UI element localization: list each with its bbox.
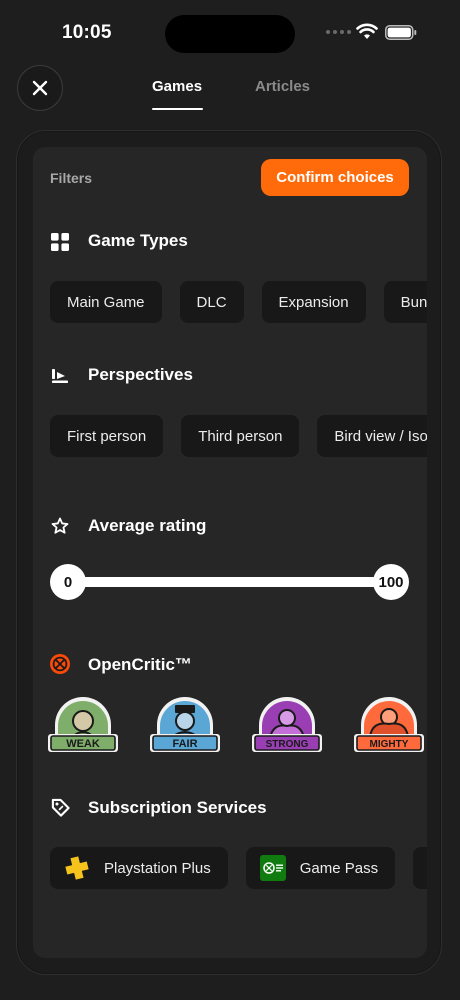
tab-articles[interactable]: Articles <box>255 78 310 95</box>
chip-bundle[interactable]: Bund <box>383 281 427 323</box>
active-tab-indicator <box>152 108 203 110</box>
fair-badge[interactable]: FAIR <box>148 693 222 757</box>
mighty-badge[interactable]: MIGHTY <box>352 693 426 757</box>
chip-expansion[interactable]: Expansion <box>261 281 366 323</box>
tab-games[interactable]: Games <box>152 78 202 95</box>
ps-plus-icon <box>64 855 90 881</box>
chip-first-person[interactable]: First person <box>50 415 164 457</box>
strong-badge[interactable]: STRONG <box>250 693 324 757</box>
close-icon <box>32 80 48 96</box>
star-icon <box>50 516 70 536</box>
chip-third-person[interactable]: Third person <box>181 415 300 457</box>
tag-icon <box>50 797 70 817</box>
grid-icon <box>50 232 70 252</box>
subscription-chips: Playstation Plus Game Pass <box>50 847 427 889</box>
weak-badge[interactable]: WEAK <box>46 693 120 757</box>
rating-slider-track[interactable] <box>68 577 390 587</box>
opencritic-badges: WEAK FAIR STRONG MIGHTY <box>46 693 426 757</box>
battery-icon <box>385 25 417 40</box>
dynamic-island <box>165 15 295 53</box>
filters-label: Filters <box>50 170 93 186</box>
status-bar: 10:05 <box>0 0 460 66</box>
perspectives-chips: First person Third person Bird view / Is… <box>50 415 427 457</box>
chip-more-subscriptions[interactable] <box>413 847 427 889</box>
filter-sheet: Filters Confirm choices Game Types Main … <box>33 147 427 958</box>
average-rating-title: Average rating <box>88 516 207 535</box>
weak-badge-label: WEAK <box>66 738 100 750</box>
chip-main-game[interactable]: Main Game <box>50 281 162 323</box>
status-time: 10:05 <box>62 22 112 43</box>
rating-slider-max-handle[interactable]: 100 <box>373 564 409 600</box>
strong-badge-label: STRONG <box>266 739 309 750</box>
fair-badge-label: FAIR <box>172 738 197 750</box>
chip-game-pass[interactable]: Game Pass <box>245 847 396 889</box>
perspectives-title: Perspectives <box>88 365 193 384</box>
close-button[interactable] <box>17 65 63 111</box>
opencritic-icon <box>50 654 70 674</box>
confirm-choices-button[interactable]: Confirm choices <box>261 159 409 196</box>
chip-playstation-plus-label: Playstation Plus <box>104 859 211 877</box>
signal-icon <box>326 30 351 34</box>
game-types-chips: Main Game DLC Expansion Bund <box>50 281 427 323</box>
chip-dlc[interactable]: DLC <box>179 281 244 323</box>
game-types-title: Game Types <box>88 231 188 250</box>
game-pass-icon <box>259 855 286 881</box>
chip-bird-view[interactable]: Bird view / Iso <box>317 415 427 457</box>
chip-playstation-plus[interactable]: Playstation Plus <box>50 847 228 889</box>
mighty-badge-label: MIGHTY <box>370 739 409 750</box>
rating-slider-min-handle[interactable]: 0 <box>50 564 86 600</box>
wifi-icon <box>356 23 378 39</box>
opencritic-title: OpenCritic™ <box>88 655 192 674</box>
chip-game-pass-label: Game Pass <box>299 859 379 877</box>
subscription-services-title: Subscription Services <box>88 798 267 817</box>
perspective-icon <box>50 366 70 386</box>
